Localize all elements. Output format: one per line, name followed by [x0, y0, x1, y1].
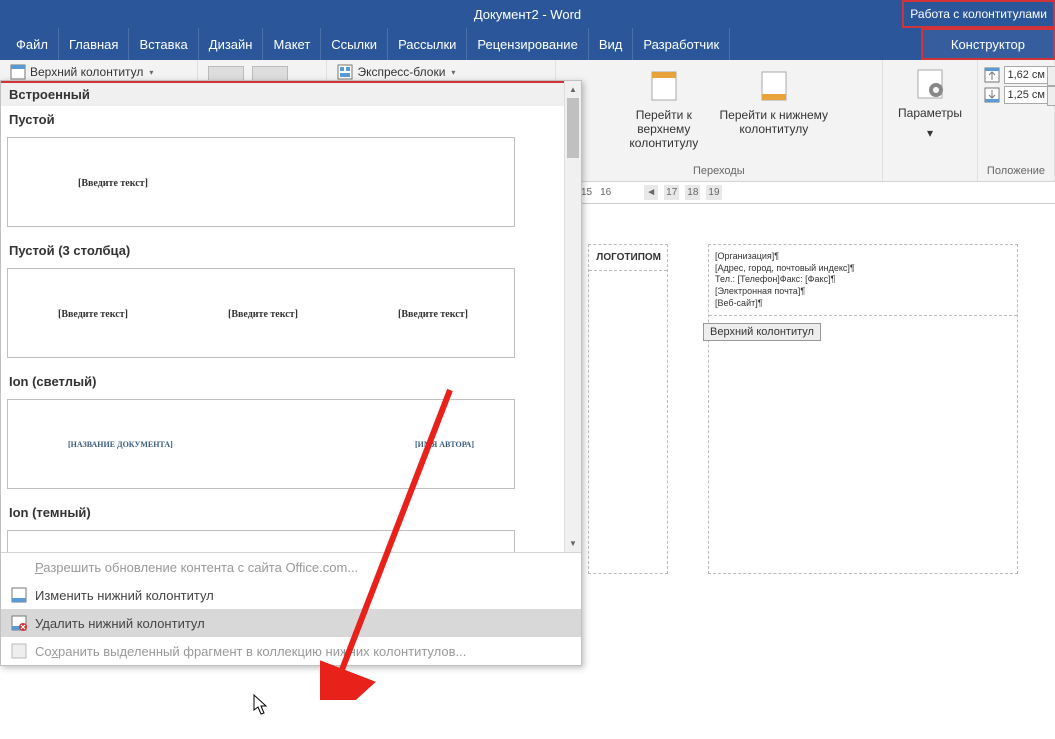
menu-remove-label: Удалить нижний колонтитул: [35, 616, 205, 631]
header-line-2: [Адрес, город, почтовый индекс]¶: [715, 263, 1011, 275]
tab-constructor[interactable]: Конструктор: [921, 28, 1055, 60]
options-button[interactable]: Параметры ▾: [889, 62, 971, 140]
gallery-cat-ion-light: Ion (светлый): [7, 368, 575, 395]
page-preview-left[interactable]: ЛОГОТИПОМ: [588, 244, 668, 574]
group-position: 1,62 см 1,25 см Положение: [978, 60, 1055, 181]
tab-home[interactable]: Главная: [59, 28, 129, 60]
placeholder-text: [Введите текст]: [58, 309, 128, 320]
menu-office-com: Разрешить обновление контента с сайта Of…: [1, 553, 581, 581]
context-tab-group-label: Работа с колонтитулами: [910, 7, 1047, 21]
gallery-cat-blank3: Пустой (3 столбца): [7, 237, 575, 264]
footer-gallery-dropdown: ▲ ▼ Встроенный Пустой [Введите текст] Пу…: [0, 80, 582, 666]
tab-design[interactable]: Дизайн: [199, 28, 264, 60]
header-from-top-row: 1,62 см: [984, 66, 1048, 84]
ribbon-tabs: Файл Главная Вставка Дизайн Макет Ссылки…: [0, 28, 1055, 60]
header-line-1: [Организация]¶: [715, 251, 1011, 263]
context-tab-group-highlight: Работа с колонтитулами: [902, 0, 1055, 28]
gallery-cat-blank: Пустой: [7, 106, 575, 133]
header-dropdown[interactable]: Верхний колонтитул ▾: [6, 62, 158, 82]
scroll-up-icon[interactable]: ▲: [565, 81, 581, 98]
document-area: 15 16 ◄ 17 18 19 ЛОГОТИПОМ [Организация]…: [580, 182, 1055, 739]
window-title: Документ2 - Word: [474, 7, 581, 22]
tab-view[interactable]: Вид: [589, 28, 634, 60]
quick-parts-icon: [337, 64, 353, 80]
quick-parts-label: Экспресс-блоки: [357, 65, 445, 79]
tab-review[interactable]: Рецензирование: [467, 28, 588, 60]
options-label: Параметры: [898, 106, 962, 120]
gallery-item-ion-dark[interactable]: [7, 530, 515, 552]
mouse-cursor-icon: [253, 694, 269, 716]
quick-parts-dropdown[interactable]: Экспресс-блоки ▾: [333, 62, 459, 82]
gear-icon: [914, 68, 946, 100]
header-icon: [10, 64, 26, 80]
nav-group-label: Переходы: [562, 163, 876, 181]
title-bar: Документ2 - Word Работа с колонтитулами: [0, 0, 1055, 28]
header-line-5: [Веб-сайт]¶: [715, 298, 1011, 310]
placeholder-text: [Введите текст]: [398, 309, 468, 320]
chevron-down-icon: ▾: [927, 126, 933, 140]
horizontal-ruler[interactable]: 15 16 ◄ 17 18 19: [580, 182, 1055, 204]
gallery-cat-ion-dark: Ion (темный): [7, 499, 575, 526]
logo-placeholder: ЛОГОТИПОМ: [595, 251, 661, 264]
header-region-tag[interactable]: Верхний колонтитул: [703, 323, 821, 341]
position-top-icon: [984, 67, 1000, 83]
ruler-margin-marker[interactable]: ◄: [644, 185, 658, 200]
menu-office-label: азрешить обновление контента с сайта Off…: [43, 560, 358, 575]
group-options: Параметры ▾: [883, 60, 978, 181]
chevron-down-icon: ▾: [149, 68, 153, 77]
gallery-scrollbar[interactable]: ▲ ▼: [564, 81, 581, 552]
gallery-menu: Разрешить обновление контента с сайта Of…: [1, 552, 581, 665]
scroll-thumb[interactable]: [567, 98, 579, 158]
menu-edit-label: Изменить нижний колонтитул: [35, 588, 214, 603]
tab-mailings[interactable]: Рассылки: [388, 28, 467, 60]
gallery-section-builtin: Встроенный: [1, 81, 581, 106]
go-footer-label: Перейти к нижнему колонтитулу: [719, 108, 829, 136]
position-bottom-icon: [984, 87, 1000, 103]
gallery-item-blank3[interactable]: [Введите текст] [Введите текст] [Введите…: [7, 268, 515, 358]
menu-save-label: Со: [35, 644, 51, 659]
author-placeholder: [ИМЯ АВТОРА]: [415, 440, 474, 449]
go-to-footer-button[interactable]: Перейти к нижнему колонтитулу: [719, 62, 829, 136]
tab-layout[interactable]: Макет: [263, 28, 321, 60]
placeholder-text: [Введите текст]: [78, 178, 148, 189]
group-navigation: Перейти к верхнему колонтитулу Перейти к…: [556, 60, 883, 181]
position-group-label: Положение: [984, 163, 1048, 181]
scroll-down-icon[interactable]: ▼: [565, 535, 581, 552]
tab-insert[interactable]: Вставка: [129, 28, 198, 60]
go-to-header-button[interactable]: Перейти к верхнему колонтитулу: [609, 62, 719, 150]
go-footer-icon: [756, 68, 792, 104]
go-header-icon: [646, 68, 682, 104]
chevron-down-icon: ▾: [451, 68, 455, 77]
doc-title-placeholder: [НАЗВАНИЕ ДОКУМЕНТА]: [68, 440, 173, 449]
tab-file[interactable]: Файл: [6, 28, 59, 60]
menu-save-selection: Сохранить выделенный фрагмент в коллекци…: [1, 637, 581, 665]
header-line-4: [Электронная почта]¶: [715, 286, 1011, 298]
placeholder-text: [Введите текст]: [228, 309, 298, 320]
gallery-item-blank[interactable]: [Введите текст]: [7, 137, 515, 227]
header-line-3: Тел.: [Телефон]Факс: [Факс]¶: [715, 274, 1011, 286]
blank-icon: [11, 559, 27, 575]
footer-from-bottom-row: 1,25 см: [984, 86, 1048, 104]
remove-footer-icon: [11, 615, 27, 631]
tab-developer[interactable]: Разработчик: [633, 28, 730, 60]
save-selection-icon: [11, 643, 27, 659]
tab-references[interactable]: Ссылки: [321, 28, 388, 60]
gallery-item-ion-light[interactable]: [НАЗВАНИЕ ДОКУМЕНТА] [ИМЯ АВТОРА]: [7, 399, 515, 489]
edit-footer-icon: [11, 587, 27, 603]
footer-bottom-spinner[interactable]: 1,25 см: [1004, 86, 1048, 104]
menu-remove-footer[interactable]: Удалить нижний колонтитул: [1, 609, 581, 637]
menu-edit-footer[interactable]: Изменить нижний колонтитул: [1, 581, 581, 609]
page-preview-right[interactable]: [Организация]¶ [Адрес, город, почтовый и…: [708, 244, 1018, 574]
go-header-label: Перейти к верхнему колонтитулу: [609, 108, 719, 150]
header-label: Верхний колонтитул: [30, 65, 143, 79]
header-top-spinner[interactable]: 1,62 см: [1004, 66, 1048, 84]
